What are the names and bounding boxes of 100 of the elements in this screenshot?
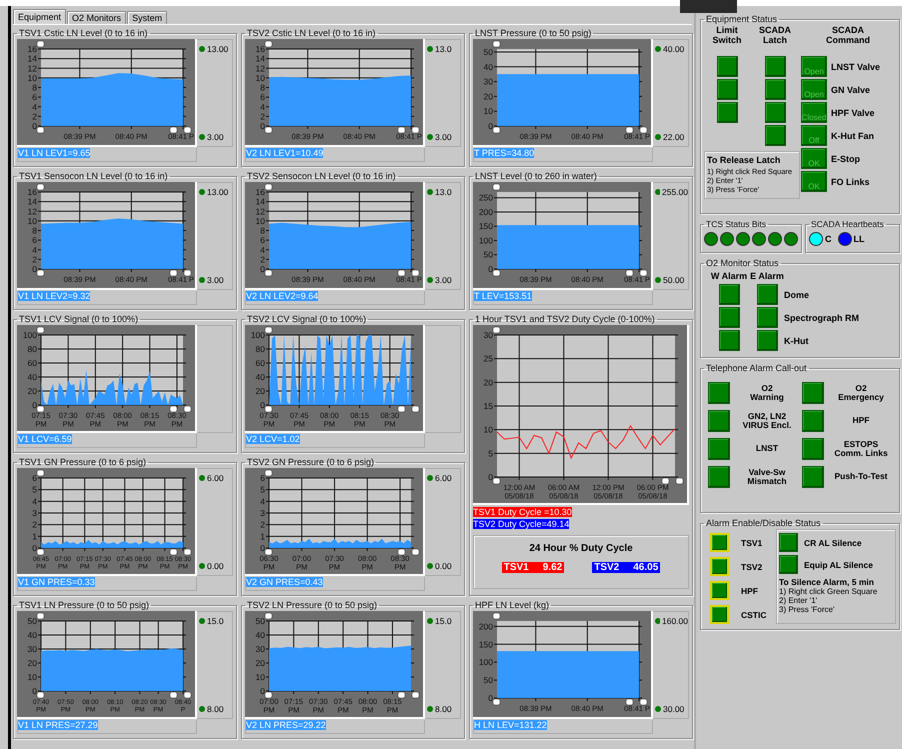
cursor-handle[interactable] bbox=[264, 184, 272, 190]
cursor-handle[interactable] bbox=[492, 126, 500, 134]
cursor-handle[interactable] bbox=[264, 612, 272, 620]
cursor-handle[interactable] bbox=[492, 40, 500, 48]
latch-indicator[interactable] bbox=[764, 79, 786, 100]
alarm-enable-indicator[interactable] bbox=[710, 533, 729, 552]
limit-dot-icon bbox=[427, 134, 433, 140]
cursor-handle[interactable] bbox=[36, 470, 44, 476]
cursor-handle[interactable] bbox=[264, 406, 272, 412]
heartbeat-label: LL bbox=[854, 234, 864, 244]
alarm-indicator[interactable] bbox=[708, 466, 730, 488]
legend-label: TSV2 Duty Cycle=49.14 bbox=[473, 519, 570, 529]
limit-dot-icon bbox=[199, 618, 205, 624]
cursor-handle[interactable] bbox=[492, 612, 500, 620]
column-header: E Alarm bbox=[750, 271, 784, 281]
axis-label: 50 bbox=[484, 675, 493, 686]
cursor-handle[interactable] bbox=[36, 126, 44, 134]
axis-label: 0 bbox=[488, 472, 493, 482]
cursor-handle[interactable] bbox=[36, 612, 44, 620]
axis-label: 0 bbox=[260, 121, 265, 131]
tab[interactable]: Equipment bbox=[13, 9, 66, 24]
limit-value: 30.00 bbox=[663, 704, 684, 714]
command-indicator[interactable]: OK bbox=[801, 171, 827, 192]
command-indicator[interactable]: Open bbox=[801, 79, 827, 100]
command-indicator[interactable]: Closed bbox=[801, 102, 827, 123]
latch-indicator[interactable] bbox=[764, 102, 786, 123]
chart-title: TSV2 Sensocon LN Level (0 to 16 in) bbox=[246, 171, 397, 181]
cursor-handle[interactable] bbox=[264, 548, 272, 556]
axis-label: 0 bbox=[260, 400, 265, 410]
readout-value: V2 LCV=1.02 bbox=[246, 434, 300, 444]
axis-label: 60 bbox=[256, 358, 265, 368]
axis-label: 8 bbox=[260, 82, 265, 92]
axis-label: 50 bbox=[484, 250, 493, 260]
latch-indicator[interactable] bbox=[764, 56, 786, 77]
readout-value: V1 LCV=6.59 bbox=[18, 434, 72, 444]
cursor-handle[interactable] bbox=[264, 270, 272, 276]
silence-indicator[interactable] bbox=[779, 555, 798, 574]
tab[interactable]: O2 Monitors bbox=[67, 11, 126, 24]
cursor-handle[interactable] bbox=[264, 692, 272, 698]
limit-dot-icon bbox=[199, 46, 205, 52]
axis-label: 8 bbox=[32, 226, 37, 236]
alarm-indicator[interactable] bbox=[708, 382, 730, 404]
equipment-label: GN Valve bbox=[830, 84, 870, 94]
alarm-enable-indicator[interactable] bbox=[710, 581, 729, 600]
latch-indicator[interactable] bbox=[764, 125, 786, 146]
alarm-indicator[interactable] bbox=[802, 438, 824, 460]
command-indicator[interactable]: OK bbox=[801, 148, 827, 169]
cursor-handle[interactable] bbox=[36, 184, 44, 190]
axis-label: 10 bbox=[484, 106, 493, 116]
cursor-handle[interactable] bbox=[36, 548, 44, 556]
axis-label: 12 bbox=[28, 63, 37, 74]
alarm-enable-indicator[interactable] bbox=[710, 605, 729, 624]
alarm-indicator[interactable] bbox=[802, 382, 824, 404]
chart-title: TSV1 GN Pressure (0 to 6 psig) bbox=[18, 457, 148, 467]
axis-label: 8 bbox=[260, 226, 265, 236]
axis-label: 30 bbox=[484, 330, 493, 340]
alarm-label: GN2, LN2 VIRUS Encl. bbox=[742, 412, 792, 430]
cursor-handle[interactable] bbox=[264, 326, 272, 334]
limit-value: 13.00 bbox=[207, 44, 228, 54]
panel-title: SCADA Heartbeats bbox=[810, 219, 885, 229]
readout-value: T PRES=34.80 bbox=[474, 148, 534, 158]
cursor-handle[interactable] bbox=[36, 270, 44, 276]
limit-dot-icon bbox=[199, 475, 205, 481]
axis-label: 5 bbox=[260, 484, 265, 495]
cursor-handle[interactable] bbox=[36, 406, 44, 412]
cursor-handle[interactable] bbox=[264, 470, 272, 476]
alarm-label: Push-To-Test bbox=[833, 472, 889, 482]
readout-value: V2 LN PRES=29.22 bbox=[246, 720, 326, 730]
cursor-handle[interactable] bbox=[36, 326, 44, 334]
cursor-handle[interactable] bbox=[36, 40, 44, 48]
tab[interactable]: System bbox=[127, 11, 168, 24]
cursor-handle[interactable] bbox=[492, 326, 500, 334]
alarm-indicator[interactable] bbox=[708, 438, 730, 460]
axis-label: 2 bbox=[260, 254, 265, 264]
limit-value: 160.00 bbox=[662, 616, 688, 626]
cursor-handle[interactable] bbox=[264, 126, 272, 134]
cursor-handle[interactable] bbox=[492, 270, 500, 276]
alarm-indicator[interactable] bbox=[802, 466, 824, 488]
axis-label: 0 bbox=[260, 543, 265, 553]
cursor-handle[interactable] bbox=[492, 698, 500, 706]
axis-label: 0 bbox=[32, 400, 37, 410]
limit-dot-icon bbox=[655, 134, 661, 140]
limit-value: 3.00 bbox=[435, 275, 452, 285]
limit-dot-icon bbox=[427, 618, 433, 624]
cursor-handle[interactable] bbox=[264, 40, 272, 48]
cursor-handle[interactable] bbox=[36, 692, 44, 698]
alarm-indicator[interactable] bbox=[708, 410, 730, 432]
cursor-handle[interactable] bbox=[492, 478, 500, 484]
command-indicator[interactable]: Open bbox=[801, 56, 827, 77]
note-step: 1) Right click Green Square bbox=[779, 587, 893, 596]
note-step: 3) Press 'Force' bbox=[779, 605, 893, 614]
command-indicator[interactable]: Off bbox=[801, 125, 827, 146]
axis-label: 14 bbox=[256, 196, 265, 207]
alarm-indicator[interactable] bbox=[802, 410, 824, 432]
axis-label: 20 bbox=[256, 386, 265, 396]
alarm-enable-indicator[interactable] bbox=[710, 557, 729, 576]
silence-indicator[interactable] bbox=[779, 533, 798, 552]
limit-dot-icon bbox=[655, 277, 661, 283]
cursor-handle[interactable] bbox=[492, 184, 500, 190]
limit-value: 3.00 bbox=[207, 132, 224, 142]
